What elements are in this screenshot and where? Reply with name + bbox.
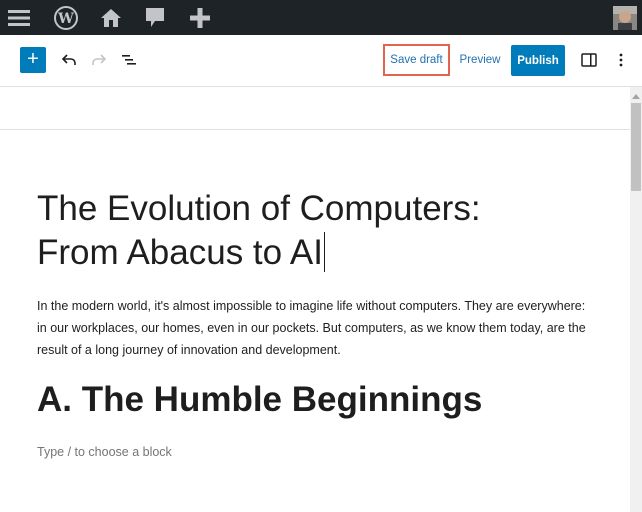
post-title[interactable]: The Evolution of Computers: From Abacus t… [37, 187, 597, 275]
list-view-icon[interactable] [118, 47, 140, 73]
text-caret [323, 232, 325, 272]
sidebar-toggle-icon[interactable] [578, 47, 600, 73]
content-divider [0, 129, 630, 130]
undo-icon[interactable] [58, 47, 80, 73]
scroll-up-arrow-icon[interactable] [630, 91, 642, 101]
redo-icon[interactable] [88, 47, 110, 73]
more-options-icon[interactable] [614, 47, 628, 73]
block-inserter-button[interactable]: + [20, 47, 46, 73]
paragraph-block[interactable]: In the modern world, it's almost impossi… [37, 295, 597, 361]
menu-icon[interactable] [5, 0, 33, 35]
block-placeholder[interactable]: Type / to choose a block [37, 445, 172, 459]
preview-button[interactable]: Preview [455, 44, 505, 76]
user-avatar[interactable] [613, 0, 637, 35]
save-draft-button[interactable]: Save draft [383, 44, 450, 76]
comments-icon[interactable] [141, 0, 169, 35]
svg-text:W: W [57, 11, 74, 27]
post-title-line1: The Evolution of Computers: [37, 189, 481, 228]
editor-canvas: The Evolution of Computers: From Abacus t… [0, 87, 630, 512]
heading-block[interactable]: A. The Humble Beginnings [37, 377, 482, 423]
editor-toolbar: + Save draft Preview Publish [0, 35, 642, 87]
publish-button[interactable]: Publish [511, 45, 565, 76]
vertical-scrollbar[interactable] [630, 87, 642, 512]
home-icon[interactable] [97, 0, 125, 35]
admin-bar: W [0, 0, 642, 35]
wordpress-logo-icon[interactable]: W [52, 0, 80, 35]
new-content-icon[interactable] [186, 0, 214, 35]
scrollbar-thumb[interactable] [631, 103, 641, 191]
post-title-line2: From Abacus to AI [37, 233, 323, 272]
